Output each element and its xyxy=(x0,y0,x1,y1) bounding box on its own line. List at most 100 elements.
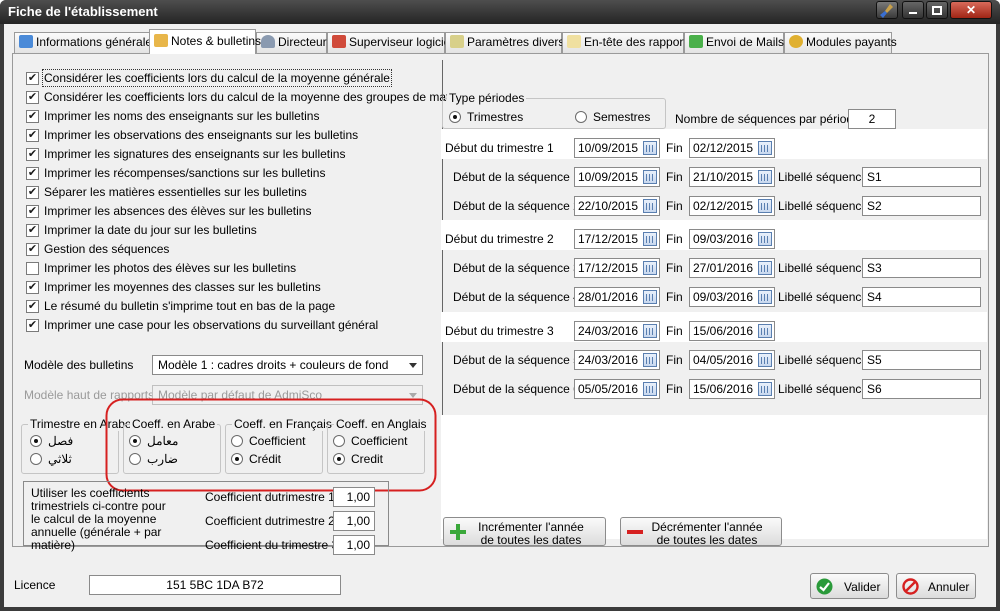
sequence-fin-date[interactable]: 09/03/2016 xyxy=(689,287,775,307)
option-checkbox-label: Imprimer les signatures des enseignants … xyxy=(44,147,346,161)
option-checkbox[interactable]: ✔ xyxy=(26,300,39,313)
sequence-fin-date-value: 04/05/2016 xyxy=(693,353,754,367)
calendar-icon[interactable] xyxy=(758,324,772,338)
nb-sequences-input[interactable]: 2 xyxy=(848,109,896,129)
sequence-fin-date[interactable]: 15/06/2016 xyxy=(689,379,775,399)
sequence-fin-date[interactable]: 02/12/2015 xyxy=(689,196,775,216)
sequence-fin-date[interactable]: 21/10/2015 xyxy=(689,167,775,187)
calendar-icon[interactable] xyxy=(758,199,772,213)
calendar-icon[interactable] xyxy=(643,170,657,184)
sequence-fin-date-value: 15/06/2016 xyxy=(693,382,754,396)
trimestre-arabe-radio-1[interactable] xyxy=(30,435,42,447)
trimestre-fin-date[interactable]: 15/06/2016 xyxy=(689,321,775,341)
option-checkbox[interactable]: ✔ xyxy=(26,72,39,85)
valider-button[interactable]: Valider xyxy=(810,573,889,599)
coeff-trimestre-2-input[interactable]: 1,00 xyxy=(333,511,375,531)
incrementer-annee-button[interactable]: Incrémenter l'année de toutes les dates xyxy=(443,517,606,547)
fin-label: Fin xyxy=(666,324,683,338)
semestres-radio[interactable] xyxy=(575,111,587,123)
libelle-sequence-input[interactable]: S4 xyxy=(862,287,981,307)
libelle-sequence-input[interactable]: S3 xyxy=(862,258,981,278)
calendar-icon[interactable] xyxy=(643,141,657,155)
option-checkbox[interactable]: ✔ xyxy=(26,148,39,161)
sequence-debut-date[interactable]: 28/01/2016 xyxy=(574,287,660,307)
trimestre-arabe-radio-2[interactable] xyxy=(30,453,42,465)
option-checkbox[interactable]: ✔ xyxy=(26,110,39,123)
coeff-trimestre-1-input[interactable]: 1,00 xyxy=(333,487,375,507)
trimestre-fin-date[interactable]: 02/12/2015 xyxy=(689,138,775,158)
maximize-button[interactable] xyxy=(926,1,948,19)
coefficients-description: Utiliser les coefficients trimestriels c… xyxy=(31,486,166,552)
calendar-icon[interactable] xyxy=(643,199,657,213)
broom-icon[interactable] xyxy=(876,1,898,19)
fin-label: Fin xyxy=(666,353,683,367)
libelle-sequence-label: Libellé séquence xyxy=(778,170,869,184)
option-checkbox[interactable]: ✔ xyxy=(26,167,39,180)
calendar-icon[interactable] xyxy=(643,382,657,396)
calendar-icon[interactable] xyxy=(643,290,657,304)
sequence-debut-date[interactable]: 10/09/2015 xyxy=(574,167,660,187)
calendar-icon[interactable] xyxy=(758,170,772,184)
libelle-sequence-input[interactable]: S5 xyxy=(862,350,981,370)
modele-bulletins-select[interactable]: Modèle 1 : cadres droits + couleurs de f… xyxy=(152,355,423,375)
sequence-fin-date-value: 27/01/2016 xyxy=(693,261,754,275)
option-checkbox[interactable] xyxy=(26,262,39,275)
calendar-icon[interactable] xyxy=(758,232,772,246)
trimestres-radio[interactable] xyxy=(449,111,461,123)
calendar-icon[interactable] xyxy=(758,261,772,275)
trimestre-debut-date[interactable]: 17/12/2015 xyxy=(574,229,660,249)
sequence-debut-date[interactable]: 24/03/2016 xyxy=(574,350,660,370)
sequence-debut-date[interactable]: 05/05/2016 xyxy=(574,379,660,399)
coeff-trimestre-3-input[interactable]: 1,00 xyxy=(333,535,375,555)
list-icon xyxy=(450,35,464,48)
decrementer-annee-button[interactable]: Décrémenter l'année de toutes les dates xyxy=(620,517,782,547)
option-checkbox[interactable]: ✔ xyxy=(26,91,39,104)
trimestre-fin-date-value: 02/12/2015 xyxy=(693,141,754,155)
calendar-icon[interactable] xyxy=(643,261,657,275)
tab-en-tete-rapports[interactable]: En-tête des rapports xyxy=(562,32,693,53)
option-checkbox[interactable]: ✔ xyxy=(26,224,39,237)
tab-notes-bulletins[interactable]: Notes & bulletins xyxy=(149,29,261,54)
close-button[interactable]: ✕ xyxy=(950,1,992,19)
calendar-icon[interactable] xyxy=(643,232,657,246)
libelle-sequence-label: Libellé séquence xyxy=(778,199,869,213)
sequence-fin-date[interactable]: 04/05/2016 xyxy=(689,350,775,370)
calendar-icon[interactable] xyxy=(758,141,772,155)
tab-parametres-divers[interactable]: Paramètres divers xyxy=(445,32,564,53)
option-checkbox[interactable]: ✔ xyxy=(26,319,39,332)
trimestre-label: Début du trimestre 1 xyxy=(445,141,554,155)
calendar-icon[interactable] xyxy=(758,353,772,367)
libelle-sequence-input[interactable]: S1 xyxy=(862,167,981,187)
calendar-icon[interactable] xyxy=(758,382,772,396)
trimestre-fin-date[interactable]: 09/03/2016 xyxy=(689,229,775,249)
calendar-icon[interactable] xyxy=(643,353,657,367)
tab-directeur[interactable]: Directeur xyxy=(256,32,327,53)
minimize-button[interactable] xyxy=(902,1,924,19)
option-checkbox-label: Le résumé du bulletin s'imprime tout en … xyxy=(44,299,336,313)
trimestre-debut-date[interactable]: 10/09/2015 xyxy=(574,138,660,158)
calendar-icon[interactable] xyxy=(643,324,657,338)
fin-label: Fin xyxy=(666,290,683,304)
option-checkbox[interactable]: ✔ xyxy=(26,281,39,294)
licence-input[interactable]: 151 5BC 1DA B72 xyxy=(89,575,341,595)
mail-icon xyxy=(689,35,703,48)
option-checkbox[interactable]: ✔ xyxy=(26,129,39,142)
annuler-button[interactable]: Annuler xyxy=(896,573,976,599)
option-checkbox[interactable]: ✔ xyxy=(26,243,39,256)
libelle-sequence-label: Libellé séquence xyxy=(778,261,869,275)
libelle-sequence-input[interactable]: S6 xyxy=(862,379,981,399)
option-checkbox[interactable]: ✔ xyxy=(26,186,39,199)
tab-informations-generales[interactable]: Informations générales xyxy=(14,32,158,53)
tab-superviseur-logiciel[interactable]: Superviseur logiciel xyxy=(327,32,453,53)
trimestre-debut-date[interactable]: 24/03/2016 xyxy=(574,321,660,341)
sequence-label: Début de la séquence 1 xyxy=(453,170,580,184)
libelle-sequence-input[interactable]: S2 xyxy=(862,196,981,216)
option-checkbox[interactable]: ✔ xyxy=(26,205,39,218)
calendar-icon[interactable] xyxy=(758,290,772,304)
sequence-fin-date[interactable]: 27/01/2016 xyxy=(689,258,775,278)
tab-envoi-mails[interactable]: Envoi de Mails xyxy=(684,32,784,53)
sequence-debut-date[interactable]: 17/12/2015 xyxy=(574,258,660,278)
sequence-debut-date[interactable]: 22/10/2015 xyxy=(574,196,660,216)
tab-modules-payants[interactable]: Modules payants xyxy=(784,32,897,53)
trimestre-debut-date-value: 17/12/2015 xyxy=(578,232,639,246)
